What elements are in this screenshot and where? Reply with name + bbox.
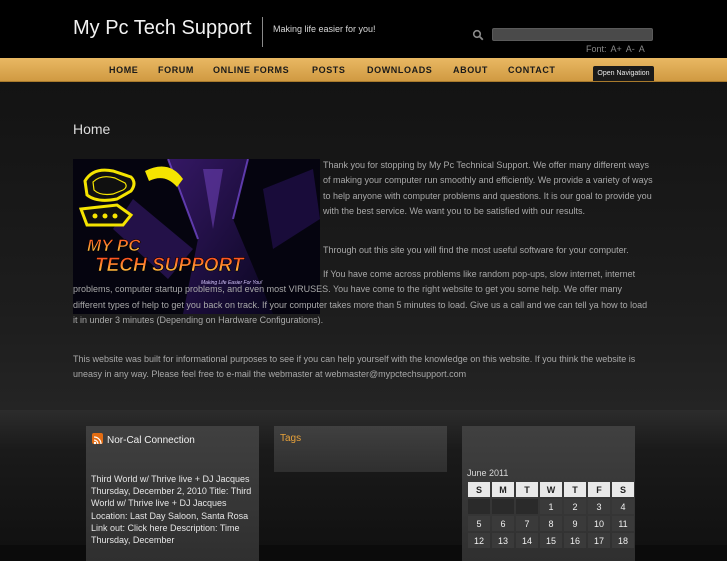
calendar-day-empty	[468, 499, 490, 514]
weekday-sun: S	[468, 482, 490, 497]
site-header: My Pc Tech Support Making life easier fo…	[0, 0, 727, 58]
weekday-fri: F	[588, 482, 610, 497]
weekday-wed: W	[540, 482, 562, 497]
calendar-day[interactable]: 1	[540, 499, 562, 514]
calendar-day[interactable]: 7	[516, 516, 538, 531]
calendar-day[interactable]: 6	[492, 516, 514, 531]
nav-item-contact[interactable]: CONTACT	[508, 65, 556, 75]
calendar-day[interactable]: 3	[588, 499, 610, 514]
title-divider	[262, 17, 263, 47]
nav-item-posts[interactable]: POSTS	[312, 65, 346, 75]
rss-feed-item[interactable]: Third World w/ Thrive live + DJ Jacques …	[91, 473, 259, 546]
calendar-day[interactable]: 15	[540, 533, 562, 548]
calendar-day[interactable]: 2	[564, 499, 586, 514]
tags-widget-title: Tags	[280, 433, 302, 444]
nav-item-online-forms[interactable]: ONLINE FORMS	[213, 65, 289, 75]
rss-widget: Nor-Cal Connection Third World w/ Thrive…	[86, 426, 259, 561]
weekday-mon: M	[492, 482, 514, 497]
font-reset-button[interactable]: A	[639, 44, 645, 54]
nav-item-home[interactable]: HOME	[109, 65, 138, 75]
calendar-week-row: 5 6 7 8 9 10 11	[468, 516, 634, 531]
calendar-day[interactable]: 18	[612, 533, 634, 548]
disclaimer-paragraph: This website was built for informational…	[73, 354, 636, 380]
calendar-day[interactable]: 17	[588, 533, 610, 548]
problems-paragraph: If You have come across problems like ra…	[73, 269, 648, 326]
rss-widget-title[interactable]: Nor-Cal Connection	[107, 435, 195, 446]
search-icon[interactable]	[472, 29, 484, 41]
calendar-day[interactable]: 4	[612, 499, 634, 514]
intro-paragraph: Thank you for stopping by My Pc Technica…	[323, 160, 653, 217]
logo-text-my-pc: MY PC	[87, 236, 141, 255]
calendar-week-row: 1 2 3 4	[468, 499, 634, 514]
site-title[interactable]: My Pc Tech Support	[73, 17, 252, 40]
calendar-day[interactable]: 16	[564, 533, 586, 548]
nav-item-about[interactable]: ABOUT	[453, 65, 488, 75]
calendar-day[interactable]: 12	[468, 533, 490, 548]
calendar-day[interactable]: 11	[612, 516, 634, 531]
open-navigation-button[interactable]: Open Navigation	[593, 66, 654, 81]
main-content: Home MY PC TECH SUPPORT Making Life Easi…	[0, 82, 727, 410]
weekday-thu: T	[564, 482, 586, 497]
weekday-tue: T	[516, 482, 538, 497]
calendar-table: S M T W T F S 1 2 3 4 5 6 7 8 9 10 11 12…	[466, 480, 636, 550]
software-paragraph: Through out this site you will find the …	[323, 245, 629, 255]
calendar-week-row: 12 13 14 15 16 17 18	[468, 533, 634, 548]
calendar-day[interactable]: 5	[468, 516, 490, 531]
calendar-day-empty	[492, 499, 514, 514]
calendar-day[interactable]: 8	[540, 516, 562, 531]
calendar-day[interactable]: 13	[492, 533, 514, 548]
rss-icon[interactable]	[92, 433, 103, 445]
font-size-label: Font:	[586, 44, 607, 54]
calendar-day-empty	[516, 499, 538, 514]
calendar-weekday-row: S M T W T F S	[468, 482, 634, 497]
tags-widget: Tags	[274, 426, 447, 472]
calendar-caption: June 2011	[467, 468, 509, 478]
nav-item-downloads[interactable]: DOWNLOADS	[367, 65, 432, 75]
calendar-day[interactable]: 9	[564, 516, 586, 531]
weekday-sat: S	[612, 482, 634, 497]
nav-item-forum[interactable]: FORUM	[158, 65, 194, 75]
font-size-controls: Font: A+ A- A	[586, 44, 649, 54]
site-tagline: Making life easier for you!	[273, 24, 376, 34]
font-increase-button[interactable]: A+	[611, 44, 622, 54]
calendar-day[interactable]: 14	[516, 533, 538, 548]
calendar-day[interactable]: 10	[588, 516, 610, 531]
page-title: Home	[73, 121, 111, 137]
search-input[interactable]	[492, 28, 653, 41]
font-decrease-button[interactable]: A-	[626, 44, 635, 54]
